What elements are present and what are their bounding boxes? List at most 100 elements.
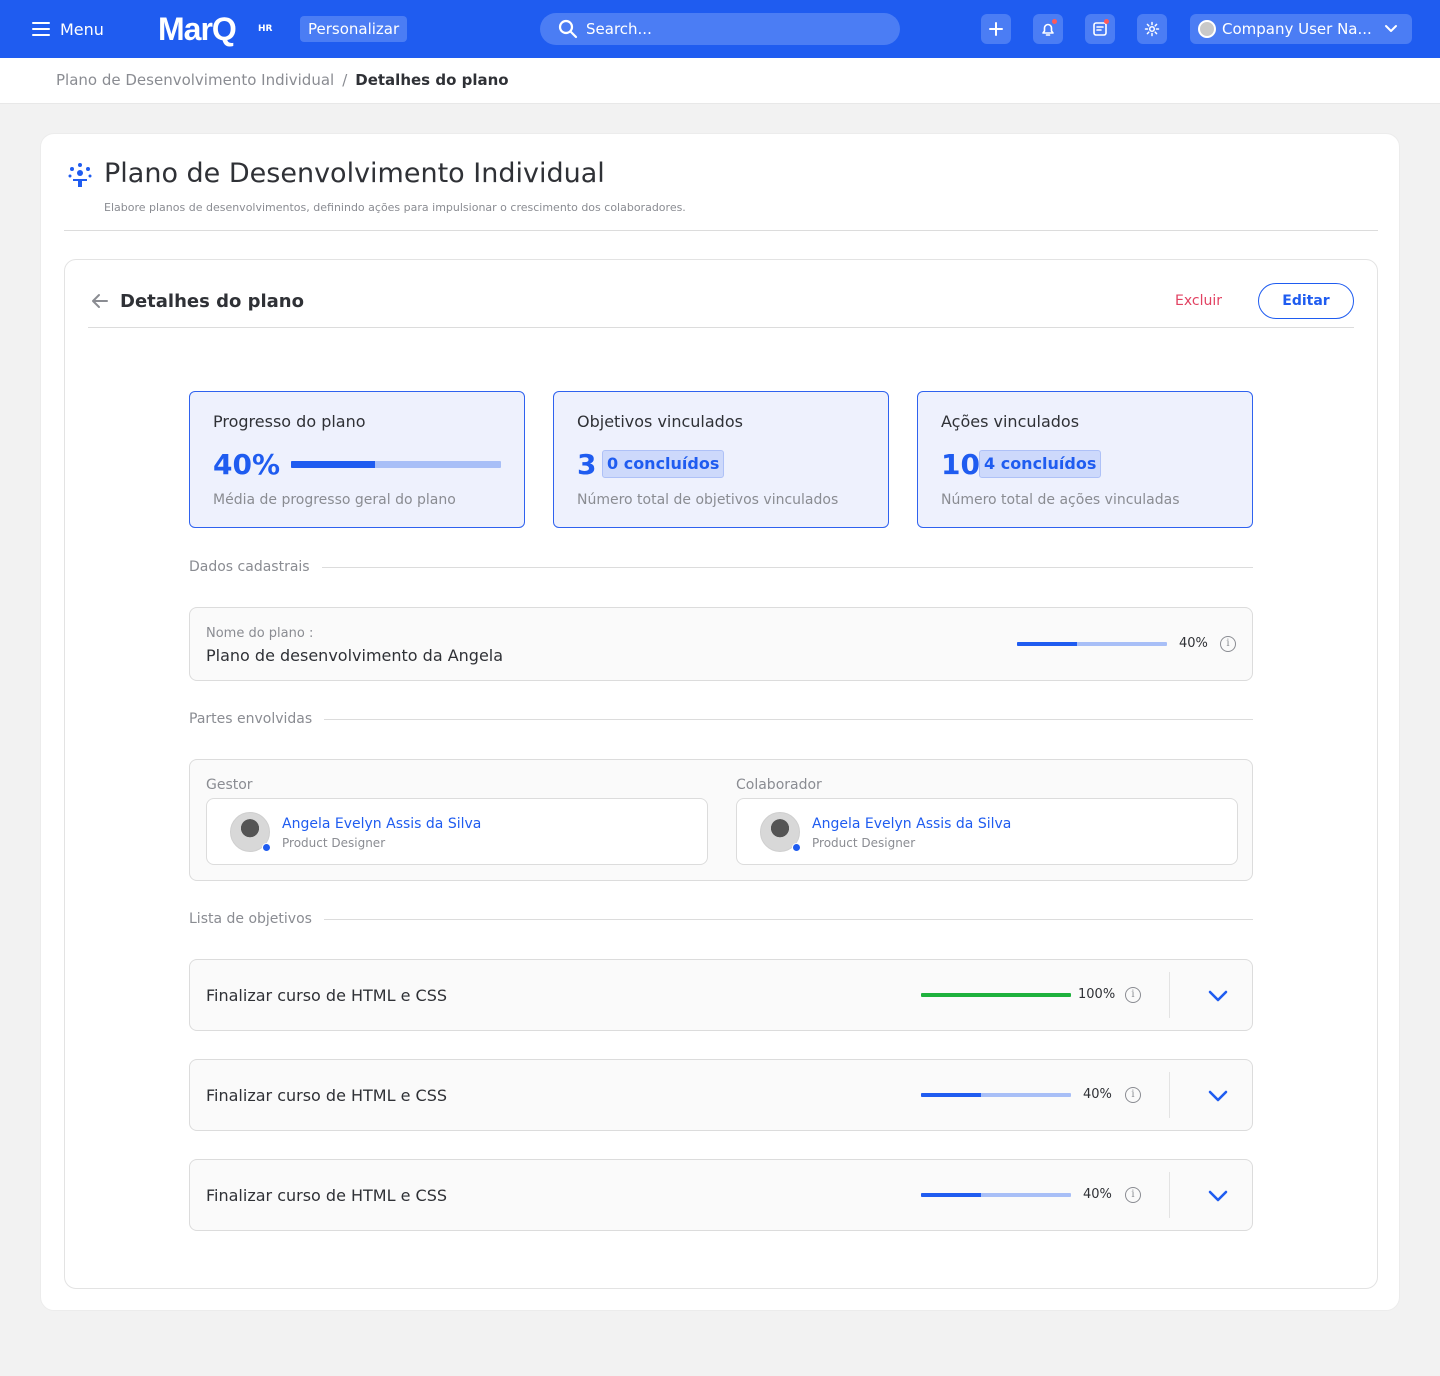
status-dot [262, 843, 271, 852]
progress-fill [291, 461, 375, 468]
chevron-down-icon [1208, 990, 1228, 1002]
settings-button[interactable] [1137, 14, 1167, 44]
user-menu-button[interactable]: Company User Na... [1190, 14, 1412, 44]
completed-chip: 0 concluídos [602, 450, 725, 478]
page-subtitle: Elabore planos de desenvolvimentos, defi… [104, 201, 686, 214]
plan-progress-bar [1017, 642, 1167, 646]
section-label: Lista de objetivos [189, 911, 312, 927]
objective-progress-text: 100% [1078, 987, 1116, 1002]
info-icon[interactable]: i [1220, 636, 1236, 652]
breadcrumb-bar: Plano de Desenvolvimento Individual / De… [0, 58, 1440, 104]
status-dot [792, 843, 801, 852]
info-icon[interactable]: i [1125, 1087, 1141, 1103]
person-name[interactable]: Angela Evelyn Assis da Silva [282, 816, 481, 832]
search-input[interactable] [586, 20, 866, 38]
delete-button[interactable]: Excluir [1175, 293, 1222, 309]
objective-item[interactable]: Finalizar curso de HTML e CSS 100% i [189, 959, 1253, 1031]
top-bar: Menu MarQ HR Personalizar Company User N… [0, 0, 1440, 58]
progress-fill [921, 1093, 981, 1097]
section-label: Dados cadastrais [189, 559, 310, 575]
objective-progress-bar [921, 1093, 1071, 1097]
chevron-down-icon [1208, 1190, 1228, 1202]
manager-label: Gestor [206, 777, 253, 793]
details-title: Detalhes do plano [120, 291, 304, 312]
breadcrumb-separator: / [342, 71, 348, 89]
info-icon[interactable]: i [1125, 1187, 1141, 1203]
notes-dot [1104, 19, 1109, 24]
search-bar[interactable] [540, 13, 900, 45]
page-title: Plano de Desenvolvimento Individual [104, 158, 605, 189]
section-label: Partes envolvidas [189, 711, 313, 727]
progress-fill [921, 993, 1071, 997]
edit-button[interactable]: Editar [1258, 283, 1354, 319]
search-icon [558, 19, 578, 39]
page-card: Plano de Desenvolvimento Individual Elab… [40, 133, 1400, 1311]
menu-button[interactable]: Menu [32, 17, 104, 41]
manager-card[interactable]: Angela Evelyn Assis da Silva Product Des… [206, 798, 708, 865]
person-role: Product Designer [282, 836, 386, 850]
gear-icon [1144, 21, 1160, 37]
objective-item[interactable]: Finalizar curso de HTML e CSS 40% i [189, 1159, 1253, 1231]
hamburger-icon [32, 22, 50, 36]
stat-description: Número total de objetivos vinculados [577, 492, 839, 508]
divider [64, 230, 1378, 231]
stat-value: 10 [941, 448, 980, 481]
breadcrumb-parent-link[interactable]: Plano de Desenvolvimento Individual [56, 71, 334, 89]
plan-name-box: Nome do plano : Plano de desenvolvimento… [189, 607, 1253, 681]
person-role: Product Designer [812, 836, 916, 850]
plan-details-card: Detalhes do plano Excluir Editar Progres… [64, 259, 1378, 1289]
stat-description: Número total de ações vinculadas [941, 492, 1180, 508]
people-growth-icon [68, 163, 92, 187]
chevron-down-icon [1384, 25, 1397, 32]
plan-progress-text: 40% [1179, 636, 1208, 651]
section-line [323, 918, 1253, 920]
collaborator-card[interactable]: Angela Evelyn Assis da Silva Product Des… [736, 798, 1238, 865]
menu-label: Menu [60, 19, 104, 39]
objective-progress-text: 40% [1083, 1087, 1112, 1102]
expand-button[interactable] [1204, 1084, 1232, 1108]
stat-label: Ações vinculados [941, 412, 1080, 431]
breadcrumb-current: Detalhes do plano [355, 71, 509, 89]
stat-value: 40% [213, 448, 281, 481]
objective-title: Finalizar curso de HTML e CSS [206, 1086, 448, 1105]
plan-progress-bar [291, 461, 501, 468]
notification-dot [1052, 19, 1057, 24]
logo-sub: HR [258, 24, 273, 34]
notes-button[interactable] [1085, 14, 1115, 44]
objective-title: Finalizar curso de HTML e CSS [206, 986, 448, 1005]
personalizar-button[interactable]: Personalizar [300, 16, 408, 42]
divider [88, 327, 1354, 328]
progress-fill [921, 1193, 981, 1197]
objective-item[interactable]: Finalizar curso de HTML e CSS 40% i [189, 1059, 1253, 1131]
stat-value: 3 [577, 448, 597, 481]
section-header-objectives: Lista de objetivos [189, 911, 1253, 927]
divider [1169, 972, 1170, 1018]
info-icon[interactable]: i [1125, 987, 1141, 1003]
person-name[interactable]: Angela Evelyn Assis da Silva [812, 816, 1011, 832]
add-button[interactable] [981, 14, 1011, 44]
objective-progress-bar [921, 1193, 1071, 1197]
section-header-registration: Dados cadastrais [189, 559, 1253, 575]
logo[interactable]: MarQ [158, 9, 237, 49]
plus-icon [989, 22, 1003, 36]
collaborator-label: Colaborador [736, 777, 822, 793]
plan-name-label: Nome do plano : [206, 626, 314, 641]
chevron-down-icon [1208, 1090, 1228, 1102]
expand-button[interactable] [1204, 1184, 1232, 1208]
user-avatar [1198, 20, 1216, 38]
plan-name-value: Plano de desenvolvimento da Angela [206, 646, 504, 665]
breadcrumb: Plano de Desenvolvimento Individual / De… [56, 71, 509, 89]
stat-label: Objetivos vinculados [577, 412, 743, 431]
arrow-left-icon[interactable] [89, 290, 111, 312]
notifications-button[interactable] [1033, 14, 1063, 44]
stat-card-progress: Progresso do plano 40% Média de progress… [189, 391, 525, 528]
user-name: Company User Na... [1222, 20, 1372, 38]
expand-button[interactable] [1204, 984, 1232, 1008]
stat-card-actions: Ações vinculados 10 4 concluídos Número … [917, 391, 1253, 528]
parties-box: Gestor Angela Evelyn Assis da Silva Prod… [189, 759, 1253, 881]
objective-progress-bar [921, 993, 1071, 997]
completed-chip: 4 concluídos [979, 450, 1102, 478]
stat-label: Progresso do plano [213, 412, 366, 431]
section-line [324, 718, 1253, 720]
divider [1169, 1072, 1170, 1118]
